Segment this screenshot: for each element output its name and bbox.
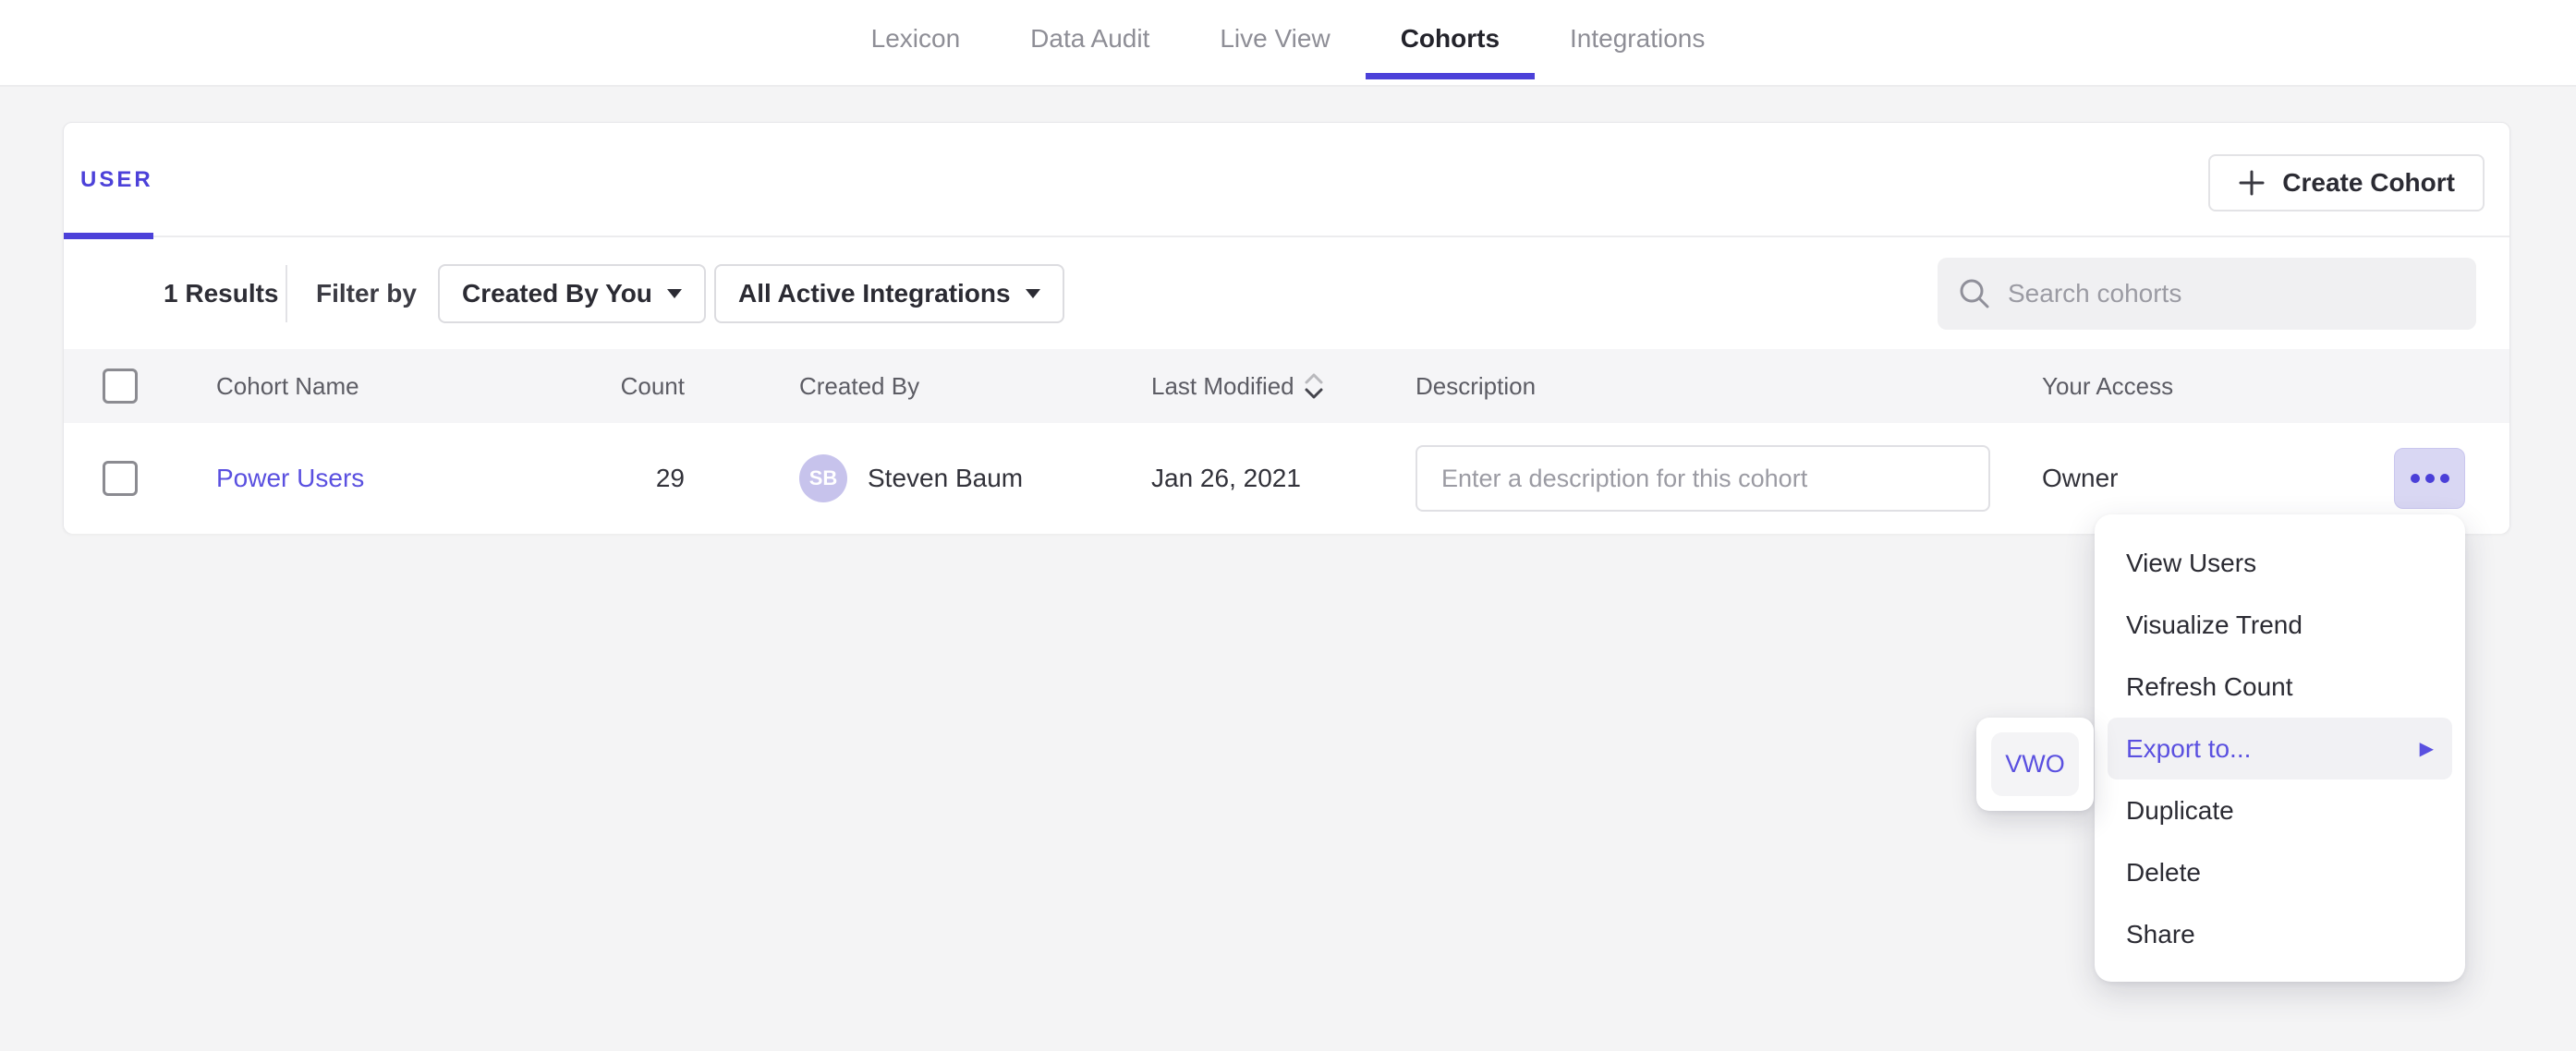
more-icon [2411, 474, 2420, 483]
search-icon [1958, 277, 1991, 310]
menu-item-refresh-count[interactable]: Refresh Count [2108, 656, 2452, 718]
access-value: Owner [2042, 464, 2118, 493]
header-last-modified-label: Last Modified [1151, 372, 1294, 401]
menu-item-view-users[interactable]: View Users [2108, 532, 2452, 594]
chevron-down-icon [667, 289, 682, 298]
active-tab-underline [1366, 73, 1535, 79]
cohort-count: 29 [544, 464, 685, 493]
integrations-filter-dropdown[interactable]: All Active Integrations [714, 264, 1064, 323]
header-created-by: Created By [799, 372, 919, 401]
cohorts-page: Lexicon Data Audit Live View Cohorts Int… [0, 0, 2576, 1051]
cohort-name-link[interactable]: Power Users [216, 464, 364, 493]
create-cohort-label: Create Cohort [2282, 168, 2455, 198]
tab-lexicon[interactable]: Lexicon [836, 0, 996, 78]
header-your-access: Your Access [2042, 372, 2173, 401]
integrations-filter-value: All Active Integrations [738, 279, 1011, 308]
menu-item-export-to-label: Export to... [2126, 734, 2251, 764]
cohorts-card: USER Create Cohort 1 Results Filter by C… [63, 122, 2510, 534]
tab-cohorts-label: Cohorts [1401, 24, 1500, 54]
row-checkbox[interactable] [103, 461, 138, 496]
tab-integrations[interactable]: Integrations [1535, 0, 1740, 78]
tab-live-view[interactable]: Live View [1185, 0, 1365, 78]
avatar: SB [799, 454, 847, 502]
tab-cohorts[interactable]: Cohorts [1366, 0, 1535, 78]
created-by-name: Steven Baum [868, 464, 1023, 493]
menu-item-visualize-trend[interactable]: Visualize Trend [2108, 594, 2452, 656]
header-count: Count [544, 372, 685, 401]
header-cohort-name: Cohort Name [216, 372, 359, 401]
last-modified-date: Jan 26, 2021 [1151, 464, 1301, 493]
table-header-row: Cohort Name Count Created By Last Modifi… [64, 349, 2509, 423]
created-by-filter-dropdown[interactable]: Created By You [438, 264, 706, 323]
plus-icon [2238, 169, 2266, 197]
divider [286, 265, 287, 322]
submenu-arrow-icon: ▶ [2420, 737, 2434, 760]
row-actions-menu: View Users Visualize Trend Refresh Count… [2095, 514, 2465, 982]
header-description: Description [1416, 372, 1536, 401]
tab-data-audit[interactable]: Data Audit [995, 0, 1185, 78]
filter-by-label: Filter by [316, 279, 417, 308]
header-last-modified-sort[interactable]: Last Modified [1151, 371, 1324, 401]
submenu-item-vwo[interactable]: VWO [1991, 732, 2079, 796]
select-all-checkbox[interactable] [103, 368, 138, 404]
menu-item-export-to[interactable]: Export to... ▶ [2108, 718, 2452, 779]
menu-item-delete[interactable]: Delete [2108, 841, 2452, 903]
results-count: 1 Results [164, 279, 279, 308]
row-more-actions-button[interactable] [2394, 448, 2465, 509]
search-cohorts-input[interactable] [2008, 279, 2456, 308]
search-cohorts-box[interactable] [1938, 258, 2476, 330]
menu-item-share[interactable]: Share [2108, 903, 2452, 965]
create-cohort-button[interactable]: Create Cohort [2208, 154, 2485, 211]
export-submenu: VWO [1976, 718, 2094, 811]
top-navigation: Lexicon Data Audit Live View Cohorts Int… [0, 0, 2576, 87]
more-icon [2425, 474, 2435, 483]
chevron-down-icon [1026, 289, 1040, 298]
filter-row: 1 Results Filter by Created By You All A… [64, 237, 2509, 349]
tab-user[interactable]: USER [80, 167, 153, 193]
description-input[interactable] [1416, 445, 1990, 512]
sort-icon [1304, 371, 1324, 401]
card-tab-bar: USER Create Cohort [64, 123, 2509, 237]
menu-item-duplicate[interactable]: Duplicate [2108, 779, 2452, 841]
created-by-filter-value: Created By You [462, 279, 652, 308]
more-icon [2440, 474, 2449, 483]
